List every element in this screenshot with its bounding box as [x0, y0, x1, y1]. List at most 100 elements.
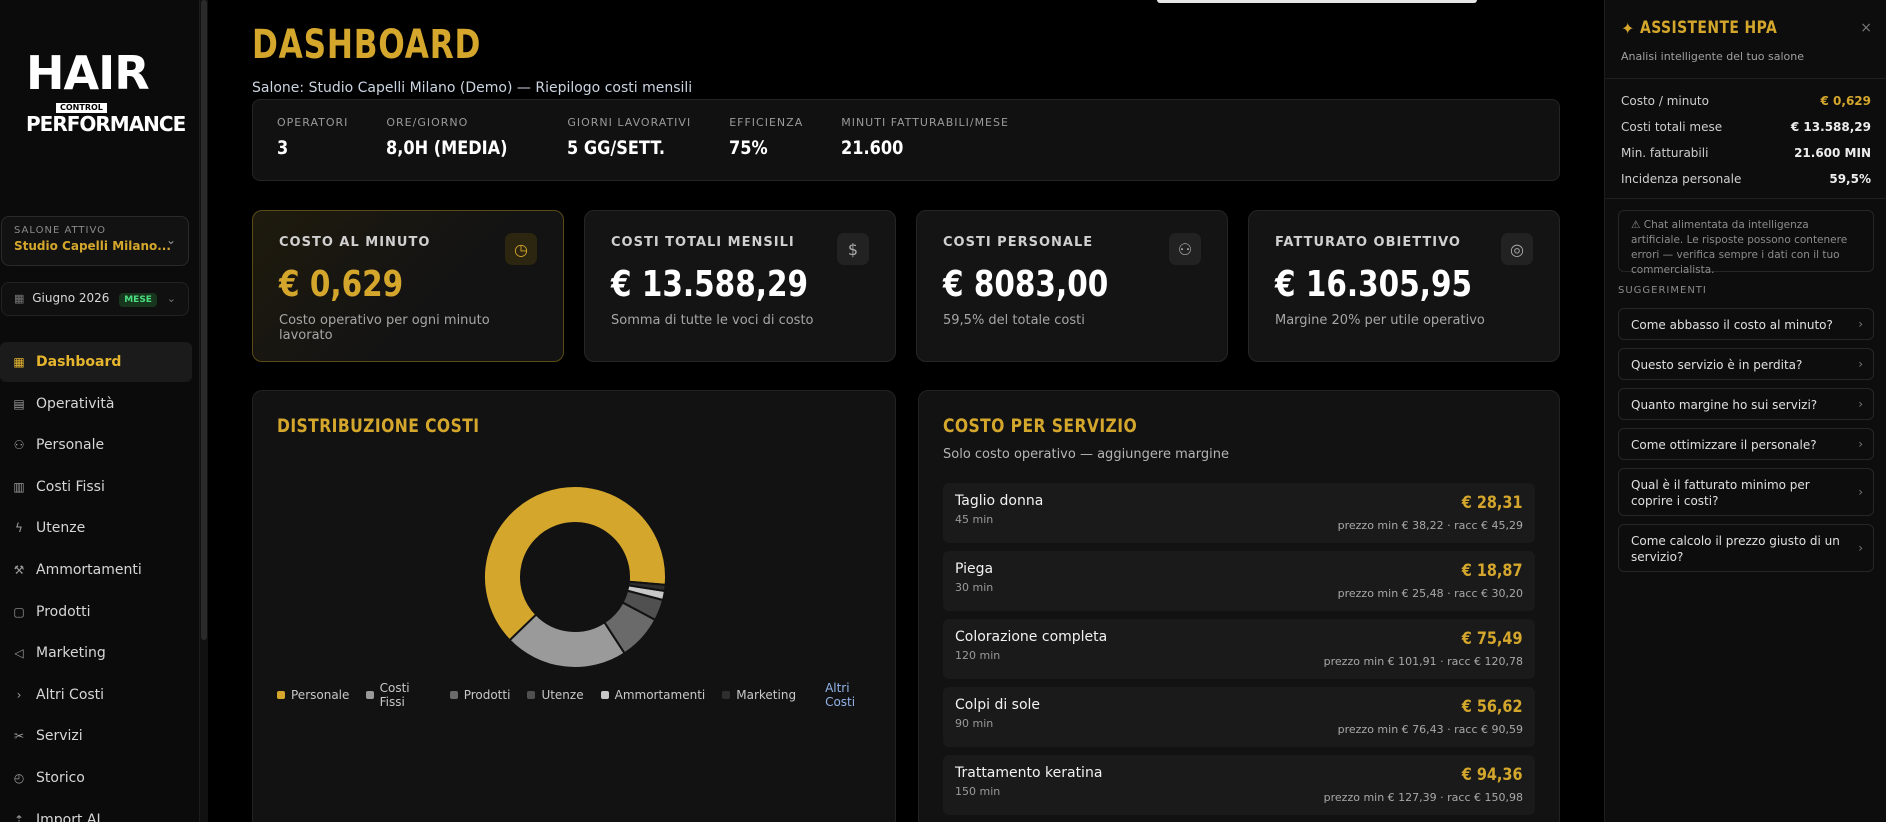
- kpi-description: 59,5% del totale costi: [943, 313, 1085, 328]
- sidebar-item-label: Prodotti: [36, 603, 91, 620]
- legend-swatch: [722, 691, 731, 699]
- kpi-value: € 8083,00: [943, 264, 1109, 305]
- legend-label: Altri Costi: [825, 681, 856, 709]
- service-price: prezzo min € 38,22 · racc € 45,29: [1337, 519, 1523, 532]
- ai-warning: ⚠ Chat alimentata da intelligenza artifi…: [1618, 210, 1874, 276]
- sidebar-item-personale[interactable]: ⚇ Personale: [0, 425, 192, 465]
- suggestion-button[interactable]: Come calcolo il prezzo giusto di un serv…: [1618, 524, 1874, 572]
- service-cost: € 56,62: [1462, 697, 1523, 717]
- sidebar-item-ammortamenti[interactable]: ⚒ Ammortamenti: [0, 550, 192, 590]
- assistant-metric: Costi totali mese € 13.588,29: [1621, 114, 1871, 140]
- service-price: prezzo min € 76,43 · racc € 90,59: [1337, 723, 1523, 736]
- suggestion-button[interactable]: Quanto margine ho sui servizi? ›: [1618, 388, 1874, 420]
- sidebar-scrollbar-thumb[interactable]: [201, 0, 207, 640]
- suggestion-text: Come abbasso il costo al minuto?: [1631, 318, 1833, 332]
- legend-item[interactable]: Costi Fissi: [366, 681, 432, 709]
- sidebar-item-servizi[interactable]: ✂ Servizi: [0, 716, 192, 756]
- period-badge: MESE: [119, 293, 157, 307]
- legend-item[interactable]: Marketing: [722, 681, 796, 709]
- building-icon: ▥: [13, 479, 25, 494]
- suggestion-text: Come calcolo il prezzo giusto di un serv…: [1631, 534, 1840, 564]
- period-selector[interactable]: ▦ Giugno 2026 MESE ⌄: [1, 282, 189, 316]
- top-indicator: [1157, 0, 1477, 3]
- salon-selector[interactable]: SALONE ATTIVO Studio Capelli Milano... ⌄: [1, 216, 189, 266]
- service-name: Trattamento keratina: [955, 765, 1103, 781]
- close-icon[interactable]: ×: [1860, 20, 1872, 36]
- sidebar-item-label: Import AI: [36, 811, 101, 822]
- clock-icon: ◷: [505, 233, 537, 265]
- sidebar-scrollbar[interactable]: [200, 0, 208, 822]
- logo-text-hair: HAIR: [26, 46, 150, 100]
- info-value: 3: [277, 137, 289, 159]
- upload-icon: ⇡: [13, 812, 25, 822]
- period-month: Giugno 2026: [32, 291, 110, 305]
- service-list: Taglio donna 45 min € 28,31 prezzo min € 38…: [943, 483, 1535, 822]
- service-row: Colpi di sole 90 min € 56,62 prezzo min € 7…: [943, 687, 1535, 747]
- chevron-right-icon: ›: [1858, 357, 1863, 371]
- target-icon: ◎: [1501, 233, 1533, 265]
- metric-value: 21.600 MIN: [1794, 146, 1871, 160]
- legend-label: Prodotti: [463, 688, 511, 702]
- salon-selector-value: Studio Capelli Milano...: [14, 239, 171, 253]
- suggestions-label: SUGGERIMENTI: [1618, 285, 1707, 296]
- kpi-row: COSTO AL MINUTO ◷ € 0,629 Costo operativo p…: [252, 210, 1560, 362]
- sidebar: HAIR CONTROL PERFORMANCE SALONE ATTIVO S…: [0, 0, 200, 822]
- sidebar-item-operativit[interactable]: ▤ Operatività: [0, 384, 192, 424]
- sidebar-item-dashboard[interactable]: ▦ Dashboard: [0, 342, 192, 382]
- legend-item[interactable]: Prodotti: [449, 681, 511, 709]
- sidebar-item-label: Marketing: [36, 645, 106, 662]
- kpi-card: COSTI PERSONALE ⚇ € 8083,00 59,5% del total…: [916, 210, 1228, 362]
- sidebar-item-altri-costi[interactable]: › Altri Costi: [0, 675, 192, 715]
- sidebar-item-label: Personale: [36, 437, 105, 454]
- suggestion-button[interactable]: Questo servizio è in perdita? ›: [1618, 348, 1874, 380]
- metric-value: 59,5%: [1829, 172, 1871, 186]
- metric-label: Costo / minuto: [1621, 94, 1709, 108]
- sidebar-item-costi-fissi[interactable]: ▥ Costi Fissi: [0, 467, 192, 507]
- info-label: ORE/GIORNO: [386, 116, 469, 129]
- chevron-right-icon: ›: [1858, 485, 1863, 499]
- legend-item-extra[interactable]: Altri Costi: [825, 681, 878, 709]
- chevron-down-icon: ⌄: [166, 292, 176, 305]
- kpi-label: COSTO AL MINUTO: [279, 235, 431, 250]
- users-icon: ⚇: [13, 438, 25, 453]
- sparkle-icon: ✦: [1621, 18, 1635, 38]
- bolt-icon: ϟ: [15, 521, 23, 536]
- info-label: GIORNI LAVORATIVI: [567, 116, 692, 129]
- page-title: DASHBOARD: [252, 22, 482, 68]
- sidebar-item-prodotti[interactable]: ▢ Prodotti: [0, 592, 192, 632]
- calendar-icon: ▤: [13, 396, 25, 411]
- cost-distribution-donut: [483, 485, 667, 669]
- grid-icon: ▦: [13, 355, 25, 369]
- service-row: Piega 30 min € 18,87 prezzo min € 25,48 · r…: [943, 551, 1535, 611]
- cost-distribution-panel: DISTRIBUZIONE COSTI Personale Costi Fissi…: [252, 390, 896, 822]
- service-cost: € 28,31: [1462, 493, 1523, 513]
- info-cell: MINUTI FATTURABILI/MESE 21.600: [841, 116, 1009, 164]
- suggestion-text: Quanto margine ho sui servizi?: [1631, 398, 1818, 412]
- legend-item[interactable]: Utenze: [527, 681, 584, 709]
- sidebar-item-label: Operatività: [36, 395, 115, 412]
- suggestions-list: Come abbasso il costo al minuto? › Questo …: [1618, 308, 1874, 580]
- page-subtitle: Salone: Studio Capelli Milano (Demo) — R…: [252, 80, 693, 96]
- kpi-card: FATTURATO OBIETTIVO ◎ € 16.305,95 Margine 2…: [1248, 210, 1560, 362]
- service-row: Taglio donna 45 min € 28,31 prezzo min € 38…: [943, 483, 1535, 543]
- assistant-header: ✦ ASSISTENTE HPA: [1621, 18, 1808, 38]
- chevron-right-icon: ›: [1858, 397, 1863, 411]
- suggestion-button[interactable]: Come ottimizzare il personale? ›: [1618, 428, 1874, 460]
- chevron-down-icon: ⌄: [165, 233, 176, 247]
- sidebar-item-marketing[interactable]: ◁ Marketing: [0, 633, 192, 673]
- legend-item[interactable]: Personale: [277, 681, 349, 709]
- sidebar-item-label: Costi Fissi: [36, 478, 105, 495]
- salon-info-strip: OPERATORI 3 ORE/GIORNO 8,0H (MEDIA) GIORNI L…: [252, 99, 1560, 181]
- sidebar-item-utenze[interactable]: ϟ Utenze: [0, 508, 192, 548]
- legend-item[interactable]: Ammortamenti: [600, 681, 705, 709]
- salon-selector-label: SALONE ATTIVO: [14, 225, 107, 236]
- sidebar-item-import-ai[interactable]: ⇡ Import AI: [0, 800, 192, 822]
- sidebar-item-label: Dashboard: [36, 354, 122, 370]
- suggestion-button[interactable]: Come abbasso il costo al minuto? ›: [1618, 308, 1874, 340]
- suggestion-button[interactable]: Qual è il fatturato minimo per coprire i…: [1618, 468, 1874, 516]
- kpi-label: COSTI TOTALI MENSILI: [611, 235, 795, 250]
- chevron-right-icon: ›: [1858, 317, 1863, 331]
- chevron-right-icon: ›: [16, 687, 22, 702]
- kpi-value: € 16.305,95: [1275, 264, 1473, 305]
- sidebar-item-storico[interactable]: ◴ Storico: [0, 758, 192, 798]
